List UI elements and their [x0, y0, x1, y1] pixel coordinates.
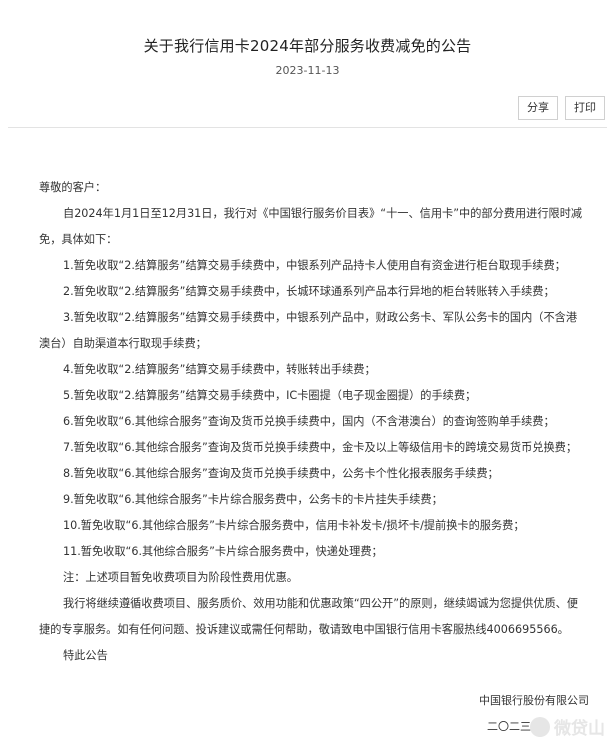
article-toolbar: 分享 打印 — [511, 96, 605, 120]
announcement-body: 尊敬的客户： 自2024年1月1日至12月31日，我行对《中国银行服务价目表》“… — [39, 175, 584, 669]
note-paragraph: 注：上述项目暂免收费项目为阶段性费用优惠。 — [63, 571, 298, 584]
site-watermark: 微贷山 — [530, 714, 605, 739]
list-item: 1.暂免收取“2.结算服务”结算交易手续费中，中银系列产品持卡人使用自有资金进行… — [63, 259, 566, 272]
list-item: 4.暂免收取“2.结算服务”结算交易手续费中，转账转出手续费； — [63, 363, 376, 376]
list-item: 9.暂免收取“6.其他综合服务”卡片综合服务费中，公务卡的卡片挂失手续费； — [63, 493, 443, 506]
list-item: 7.暂免收取“6.其他综合服务”查询及货币兑换手续费中，金卡及以上等级信用卡的跨… — [63, 441, 578, 454]
sign-off: 特此公告 — [63, 649, 108, 662]
signature-organization: 中国银行股份有限公司 — [479, 694, 589, 707]
list-item: 5.暂免收取“2.结算服务”结算交易手续费中，IC卡圈提（电子现金圈提）的手续费… — [63, 389, 477, 402]
list-item: 6.暂免收取“6.其他综合服务”查询及货币兑换手续费中，国内（不含港澳台）的查询… — [63, 415, 555, 428]
closing-paragraph: 我行将继续遵循收费项目、服务质价、效用功能和优惠政策“四公开”的原则，继续竭诚为… — [39, 597, 579, 636]
list-item: 11.暂免收取“6.其他综合服务”卡片综合服务费中，快递处理费； — [63, 545, 383, 558]
print-button[interactable]: 打印 — [565, 96, 605, 120]
signature-date: 二〇二三 — [487, 720, 531, 733]
header-divider — [8, 127, 607, 128]
share-button[interactable]: 分享 — [518, 96, 558, 120]
list-item: 3.暂免收取“2.结算服务”结算交易手续费中，中银系列产品中，财政公务卡、军队公… — [39, 311, 578, 350]
list-item: 2.暂免收取“2.结算服务”结算交易手续费中，长城环球通系列产品本行异地的柜台转… — [63, 285, 555, 298]
watermark-logo-icon — [530, 716, 550, 737]
watermark-text: 微贷山 — [554, 719, 605, 739]
intro-paragraph: 自2024年1月1日至12月31日，我行对《中国银行服务价目表》“十一、信用卡”… — [39, 207, 583, 246]
page-title: 关于我行信用卡2024年部分服务收费减免的公告 — [143, 37, 472, 55]
publish-date: 2023-11-13 — [275, 64, 340, 77]
list-item: 10.暂免收取“6.其他综合服务”卡片综合服务费中，信用卡补发卡/损坏卡/提前换… — [63, 519, 525, 532]
list-item: 8.暂免收取“6.其他综合服务”查询及货币兑换手续费中，公务卡个性化报表服务手续… — [63, 467, 499, 480]
salutation: 尊敬的客户： — [39, 181, 107, 194]
